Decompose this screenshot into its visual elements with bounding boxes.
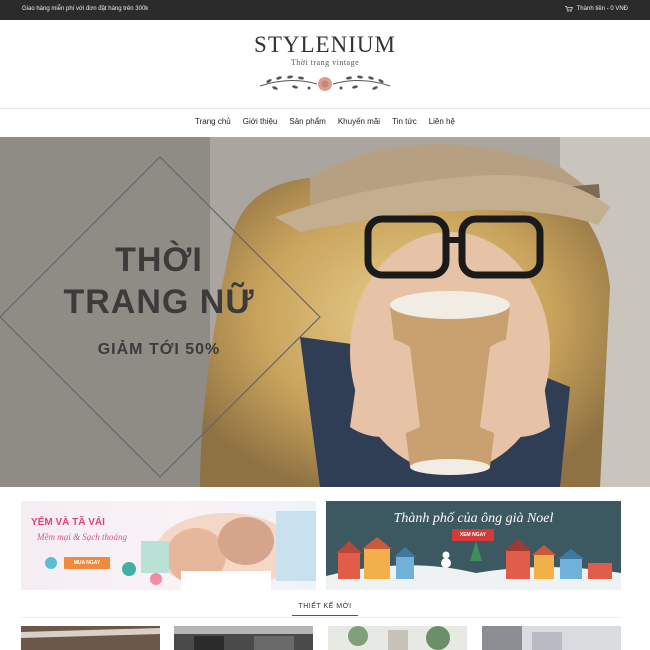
nav-item-about[interactable]: Giới thiệu — [243, 117, 278, 126]
product-image-2 — [174, 626, 313, 650]
product-thumbnail[interactable] — [174, 626, 313, 650]
nav-item-contact[interactable]: Liên hệ — [429, 117, 455, 126]
cart-total[interactable]: Thành tiền - 0 VNĐ — [577, 6, 628, 12]
promo-banner-baby[interactable]: YẾM VÀ TÃ VẢI Mềm mại & Sạch thoáng MUA … — [21, 501, 316, 590]
cart-icon[interactable] — [564, 6, 573, 12]
product-thumbnail[interactable] — [21, 626, 160, 650]
baby-banner-subtitle: Mềm mại & Sạch thoáng — [37, 532, 127, 542]
site-header: STYLENIUM Thời trang vintage — [0, 20, 650, 110]
product-image-1 — [21, 626, 160, 650]
hero-heading-line2: TRANG NỮ — [63, 283, 255, 321]
floral-ornament-icon — [259, 75, 391, 91]
christmas-banner-title: Thành phố của ông già Noel — [393, 511, 554, 526]
promo-banner-christmas[interactable]: Thành phố của ông già Noel XEM NGAY — [326, 501, 621, 590]
christmas-view-now-button[interactable]: XEM NGAY — [452, 529, 494, 541]
site-logo[interactable]: STYLENIUM — [0, 32, 650, 58]
product-image-4 — [482, 626, 621, 650]
baby-banner-image — [45, 511, 316, 590]
baby-buy-now-button[interactable]: MUA NGAY — [64, 557, 110, 569]
hero-heading-line1: THỜI — [115, 241, 203, 279]
product-thumbnail[interactable] — [328, 626, 467, 650]
section-divider — [21, 617, 621, 618]
product-image-3 — [328, 626, 467, 650]
section-title-new-designs: THIẾT KẾ MỚI — [298, 603, 352, 610]
section-title-underline — [292, 615, 358, 616]
hero-banner[interactable]: THỜI TRANG NỮ GIẢM TỚI 50% — [0, 137, 650, 487]
nav-item-home[interactable]: Trang chủ — [195, 117, 231, 126]
nav-item-news[interactable]: Tin tức — [392, 117, 417, 126]
nav-item-products[interactable]: Sản phẩm — [289, 117, 325, 126]
hero-discount-text: GIẢM TỚI 50% — [97, 341, 221, 358]
nav-divider — [0, 108, 650, 109]
baby-banner-title: YẾM VÀ TÃ VẢI — [31, 517, 105, 528]
cart-summary[interactable]: Thành tiền - 0 VNĐ — [564, 6, 628, 12]
nav-item-promotions[interactable]: Khuyến mãi — [338, 117, 380, 126]
product-thumbnail[interactable] — [482, 626, 621, 650]
top-bar: Giao hàng miễn phí với đơn đặt hàng trên… — [0, 0, 650, 20]
promo-text: Giao hàng miễn phí với đơn đặt hàng trên… — [22, 6, 149, 12]
main-nav: Trang chủ Giới thiệu Sản phẩm Khuyến mãi… — [0, 117, 650, 126]
